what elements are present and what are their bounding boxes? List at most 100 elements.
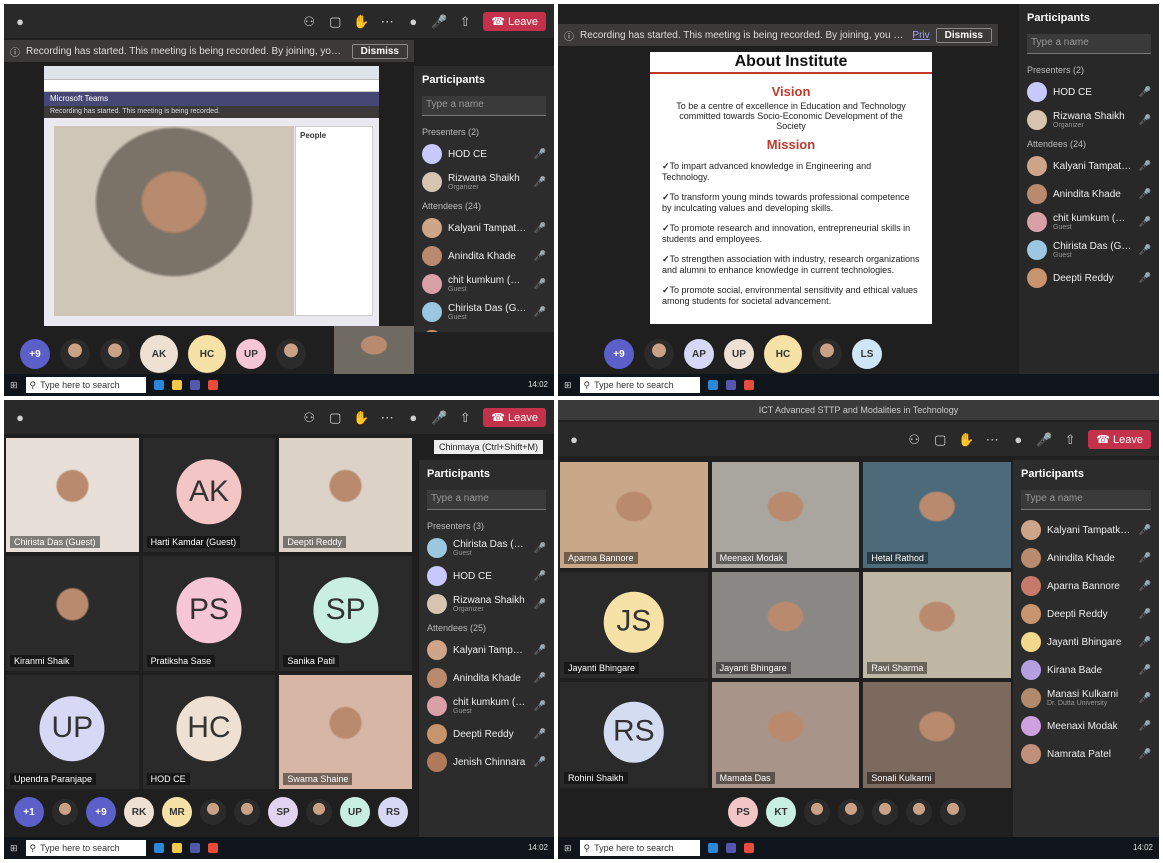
edge-icon[interactable] [153,843,164,853]
participant-avatar[interactable]: PS [728,797,758,827]
dismiss-button[interactable]: Dismiss [935,27,992,43]
participants-icon[interactable]: ⚇ [906,431,922,447]
camera-icon[interactable]: ● [1010,431,1026,447]
leave-button[interactable]: ☎ Leave [483,11,546,31]
taskbar-search-input[interactable]: ⚲ Type here to search [579,377,700,393]
participant-photo[interactable] [906,799,932,825]
participant-row[interactable]: Anindita Khade 🎤 [419,664,554,692]
teams-taskbar-icon[interactable] [189,843,200,853]
participant-avatar[interactable]: AK [140,335,178,373]
chrome-icon[interactable] [207,843,218,853]
participant-avatar[interactable]: UP [236,339,266,369]
participant-row[interactable]: Jayanti Bhingare 🎤 [1013,628,1159,656]
participant-photo[interactable] [940,799,966,825]
participant-row[interactable]: Anindita Khade 🎤 [1019,180,1159,208]
taskbar-search-input[interactable]: ⚲ Type here to search [25,377,146,393]
presenters-header[interactable]: Presenters (3) [419,516,554,534]
windows-start-icon[interactable]: ⊞ [564,843,572,854]
participant-row[interactable]: Rizwana Shaikh Organizer 🎤 [419,590,554,618]
video-tile[interactable]: Kiranmi Shaik [6,556,139,671]
participant-row[interactable]: Manasi Kulkarni Dr. Dutta University 🎤 [1013,684,1159,712]
attendees-header[interactable]: Attendees (25) [419,618,554,636]
participant-row[interactable]: Kalyani Tampatkhar 🎤 [1019,152,1159,180]
video-tile[interactable]: Meenaxi Modak [711,462,860,568]
chrome-icon[interactable] [743,843,754,853]
participant-photo[interactable] [644,339,674,369]
participant-avatar[interactable]: AP [684,339,714,369]
video-tile[interactable]: HC HOD CE [142,674,276,789]
participant-row[interactable]: Kalyani Tampatkhar 🎤 [419,636,554,664]
taskbar-search-input[interactable]: ⚲ Type here to search [25,840,146,856]
participant-row[interactable]: chit kumkum (Guest)Guest 🎤 [419,692,554,720]
participant-avatar[interactable]: +9 [20,339,50,369]
participant-row[interactable]: Anindita Khade 🎤 [1013,544,1159,572]
teams-taskbar-icon[interactable] [189,380,200,390]
participant-row[interactable]: Deepti Reddy🎤 [1013,600,1159,628]
share-icon[interactable]: ⇧ [1062,431,1078,447]
more-icon[interactable]: ⋯ [984,431,1000,447]
chat-icon[interactable]: ▢ [327,13,343,29]
participant-avatar[interactable]: +1 [14,797,44,827]
mic-icon[interactable]: 🎤 [431,409,447,425]
participant-photo[interactable] [52,799,78,825]
windows-start-icon[interactable]: ⊞ [10,843,18,854]
participant-row[interactable]: Deepti Reddy🎤 [414,326,554,332]
participant-row[interactable]: Jenish Chinnara 🎤 [419,748,554,776]
camera-icon[interactable]: ● [405,409,421,425]
edge-icon[interactable] [707,380,718,390]
participant-avatar[interactable]: +9 [86,797,116,827]
video-tile[interactable]: JS Jayanti Bhingare [560,572,708,678]
participant-photo[interactable] [200,799,226,825]
video-tile[interactable]: AK Harti Kamdar (Guest) [142,438,276,553]
participant-row[interactable]: Anindita Khade 🎤 [414,242,554,270]
participant-row[interactable]: Chirista Das (Guest)Guest 🎤 [1019,236,1159,264]
leave-button[interactable]: ☎ Leave [483,407,546,427]
edge-icon[interactable] [707,843,718,853]
participant-row[interactable]: Chirista Das (Guest)Guest 🎤 [419,534,554,562]
participant-avatar[interactable]: UP [724,339,754,369]
participant-row[interactable]: Deepti Reddy🎤 [1019,264,1159,292]
chrome-icon[interactable] [207,380,218,390]
participant-avatar[interactable]: RK [124,797,154,827]
video-tile[interactable]: PS Pratiksha Sase [142,556,276,671]
participant-row[interactable]: Chirista Das (Guest)Guest 🎤 [414,298,554,326]
participants-search-input[interactable]: Type a name [422,96,546,116]
presenters-header[interactable]: Presenters (2) [414,122,554,140]
leave-button[interactable]: ☎ Leave [1088,429,1151,449]
video-tile[interactable]: RS Rohini Shaikh [560,682,708,788]
participant-photo[interactable] [804,799,830,825]
participant-avatar[interactable]: SP [268,797,298,827]
participant-avatar[interactable]: +9 [604,339,634,369]
video-tile[interactable]: UP Upendra Paranjape [6,674,139,789]
participants-search-input[interactable]: Type a name [1021,490,1151,510]
participant-row[interactable]: HOD CE 🎤 [419,562,554,590]
more-icon[interactable]: ⋯ [379,13,395,29]
participant-photo[interactable] [872,799,898,825]
video-tile[interactable]: Sonali Kulkarni [863,682,1011,788]
edge-icon[interactable] [153,380,164,390]
attendees-header[interactable]: Attendees (24) [414,196,554,214]
mic-icon[interactable]: 🎤 [431,13,447,29]
mic-icon[interactable]: 🎤 [1036,431,1052,447]
participant-row[interactable]: Meenaxi Modak 🎤 [1013,712,1159,740]
attendees-header[interactable]: Attendees (24) [1019,134,1159,152]
participant-photo[interactable] [100,339,130,369]
participant-photo[interactable] [276,339,306,369]
participant-row[interactable]: Kalyani Tampatkhar 🎤 [414,214,554,242]
participant-row[interactable]: Kalyani Tampatkhar 🎤 [1013,516,1159,544]
raise-hand-icon[interactable]: ✋ [958,431,974,447]
video-tile[interactable]: Swarna Shaine [279,674,412,789]
participant-avatar[interactable]: LS [852,339,882,369]
privacy-link[interactable]: Priv [912,30,929,41]
participant-avatar[interactable]: HC [188,335,226,373]
participant-photo[interactable] [812,339,842,369]
more-icon[interactable]: ⋯ [379,409,395,425]
participant-avatar[interactable]: UP [340,797,370,827]
share-icon[interactable]: ⇧ [457,13,473,29]
camera-icon[interactable]: ● [405,13,421,29]
participant-photo[interactable] [838,799,864,825]
participant-photo[interactable] [234,799,260,825]
participant-row[interactable]: chit kumkum (Guest)Guest 🎤 [1019,208,1159,236]
participant-avatar[interactable]: KT [766,797,796,827]
video-tile[interactable]: Hetal Rathod [863,462,1011,568]
